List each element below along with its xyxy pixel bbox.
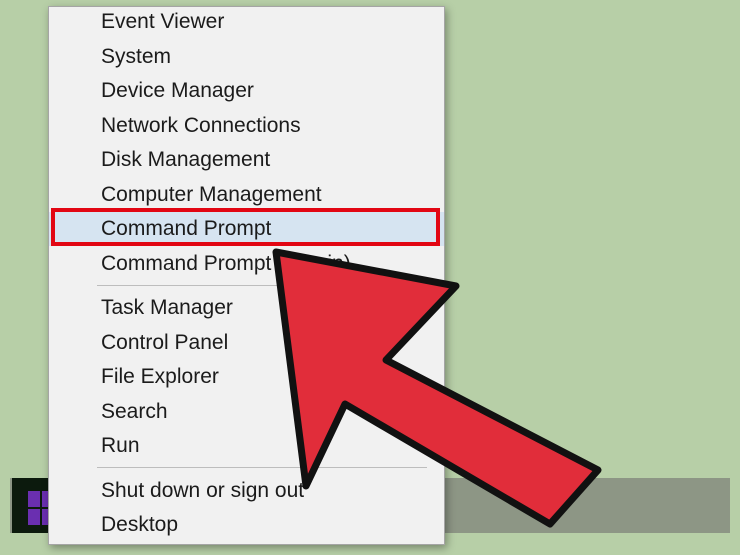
menu-item-desktop[interactable]: Desktop xyxy=(49,508,444,542)
menu-item-system[interactable]: System xyxy=(49,40,444,74)
menu-item-shut-down[interactable]: Shut down or sign out xyxy=(49,474,444,508)
menu-item-run[interactable]: Run xyxy=(49,429,444,463)
menu-item-task-manager[interactable]: Task Manager xyxy=(49,291,444,325)
menu-item-computer-management[interactable]: Computer Management xyxy=(49,178,444,212)
red-outline-box xyxy=(51,208,440,246)
menu-item-network-connections[interactable]: Network Connections xyxy=(49,109,444,143)
menu-separator xyxy=(97,285,427,286)
desktop-scene: Event Viewer System Device Manager Netwo… xyxy=(0,0,740,555)
menu-item-disk-management[interactable]: Disk Management xyxy=(49,143,444,177)
menu-item-search[interactable]: Search xyxy=(49,395,444,429)
menu-separator xyxy=(97,467,427,468)
menu-item-command-prompt-admin[interactable]: Command Prompt (Admin) xyxy=(49,247,444,281)
menu-item-control-panel[interactable]: Control Panel xyxy=(49,326,444,360)
menu-item-device-manager[interactable]: Device Manager xyxy=(49,74,444,108)
power-user-menu: Event Viewer System Device Manager Netwo… xyxy=(48,6,445,545)
menu-item-event-viewer[interactable]: Event Viewer xyxy=(49,5,444,39)
menu-item-file-explorer[interactable]: File Explorer xyxy=(49,360,444,394)
